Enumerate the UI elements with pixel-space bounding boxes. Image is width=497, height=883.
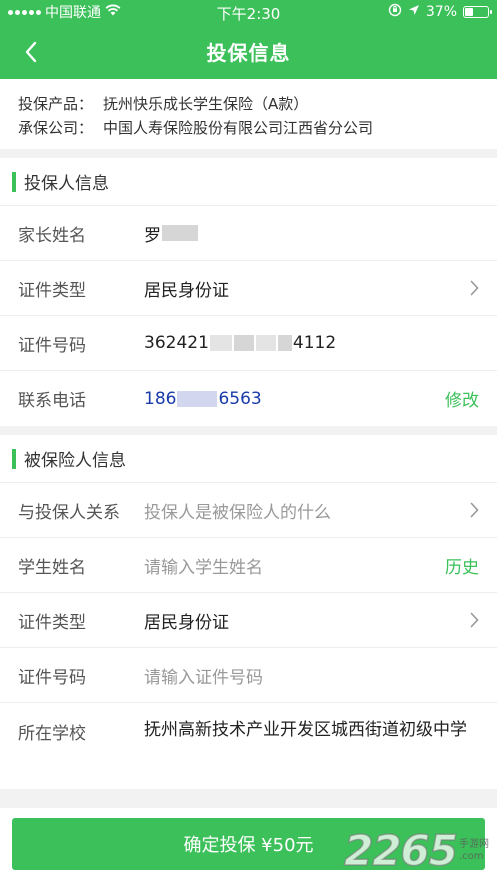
chevron-right-icon	[465, 501, 479, 519]
section-header: 被保险人信息	[0, 435, 497, 483]
watermark-suffix: .com	[459, 850, 484, 862]
parent-name-row[interactable]: 家长姓名 罗	[0, 206, 497, 261]
product-info: 投保产品： 抚州快乐成长学生保险（A款） 承保公司： 中国人寿保险股份有限公司江…	[0, 79, 497, 149]
student-id-number-row: 证件号码 请输入证件号码	[0, 648, 497, 703]
masked-text	[177, 390, 218, 407]
parent-name-value: 罗	[144, 221, 479, 246]
header: 中国联通 下午2:30 37% 投保信息	[0, 0, 497, 79]
id-type-row[interactable]: 证件类型 居民身份证	[0, 261, 497, 316]
status-bar: 中国联通 下午2:30 37%	[0, 0, 497, 24]
watermark-site-name: 手游网	[459, 838, 489, 850]
school-value: 抚州高新技术产业开发区城西街道初级中学	[144, 720, 467, 740]
relationship-select[interactable]: 投保人是被保险人的什么	[144, 498, 465, 523]
battery-icon	[463, 6, 492, 18]
masked-text	[162, 225, 198, 241]
nav-bar: 投保信息	[0, 24, 497, 79]
field-label: 所在学校	[18, 724, 86, 744]
section-accent-bar	[12, 171, 16, 192]
relationship-row[interactable]: 与投保人关系 投保人是被保险人的什么	[0, 483, 497, 538]
insured-section: 被保险人信息 与投保人关系 投保人是被保险人的什么 学生姓名 请输入学生姓名 历…	[0, 435, 497, 789]
masked-text	[209, 335, 232, 351]
phone-start: 186	[144, 388, 177, 409]
student-id-type-row[interactable]: 证件类型 居民身份证	[0, 593, 497, 648]
watermark-number: 2265	[343, 825, 458, 876]
masked-text	[233, 335, 254, 351]
chevron-right-icon	[465, 279, 479, 297]
product-label: 投保产品：	[18, 94, 94, 113]
masked-text	[255, 335, 276, 351]
section-title: 投保人信息	[24, 174, 109, 194]
school-row[interactable]: 所在学校 抚州高新技术产业开发区城西街道初级中学	[0, 703, 497, 789]
id-number-row[interactable]: 证件号码 362421 4112	[0, 316, 497, 371]
orientation-lock-icon	[388, 3, 402, 21]
id-number-value: 362421 4112	[144, 333, 479, 353]
chevron-right-icon	[465, 611, 479, 629]
field-label: 联系电话	[18, 391, 86, 411]
field-label: 证件类型	[18, 612, 86, 633]
field-label: 证件类型	[18, 280, 86, 301]
student-name-input[interactable]: 请输入学生姓名	[144, 553, 445, 578]
history-button[interactable]: 历史	[445, 553, 479, 578]
phone-row: 联系电话 186 6563 修改	[0, 371, 497, 426]
battery-percent: 37%	[425, 4, 457, 20]
back-button[interactable]	[16, 37, 46, 67]
product-value: 抚州快乐成长学生保险（A款）	[103, 94, 309, 113]
id-number-end: 4112	[292, 333, 337, 353]
edit-phone-button[interactable]: 修改	[445, 386, 479, 411]
insurer-label: 承保公司：	[18, 118, 94, 137]
phone-end: 6563	[218, 388, 262, 409]
parent-name-text: 罗	[144, 225, 161, 246]
phone-value: 186 6563	[144, 389, 445, 409]
page-title: 投保信息	[206, 41, 291, 65]
footer: 确定投保 ¥50元 2265 手游网 .com	[0, 808, 497, 883]
section-header: 投保人信息	[0, 158, 497, 206]
applicant-section: 投保人信息 家长姓名 罗 证件类型 居民身份证 证件号码 362421 4112…	[0, 158, 497, 426]
insurer-value: 中国人寿保险股份有限公司江西省分公司	[103, 118, 374, 137]
field-label: 证件号码	[18, 335, 86, 356]
location-icon	[408, 4, 420, 20]
student-name-row: 学生姓名 请输入学生姓名 历史	[0, 538, 497, 593]
student-id-number-input[interactable]: 请输入证件号码	[144, 663, 479, 688]
field-label: 家长姓名	[18, 225, 86, 246]
field-label: 学生姓名	[18, 557, 86, 578]
site-watermark: 2265 手游网 .com	[343, 825, 489, 876]
id-number-start: 362421	[144, 333, 209, 353]
section-title: 被保险人信息	[24, 451, 126, 471]
watermark-text: 手游网 .com	[459, 839, 489, 863]
section-accent-bar	[12, 448, 16, 469]
id-type-value: 居民身份证	[144, 280, 229, 301]
masked-text	[277, 335, 292, 351]
field-label: 与投保人关系	[18, 502, 120, 523]
student-id-type-value: 居民身份证	[144, 612, 229, 633]
field-label: 证件号码	[18, 667, 86, 688]
chevron-left-icon	[25, 41, 37, 63]
